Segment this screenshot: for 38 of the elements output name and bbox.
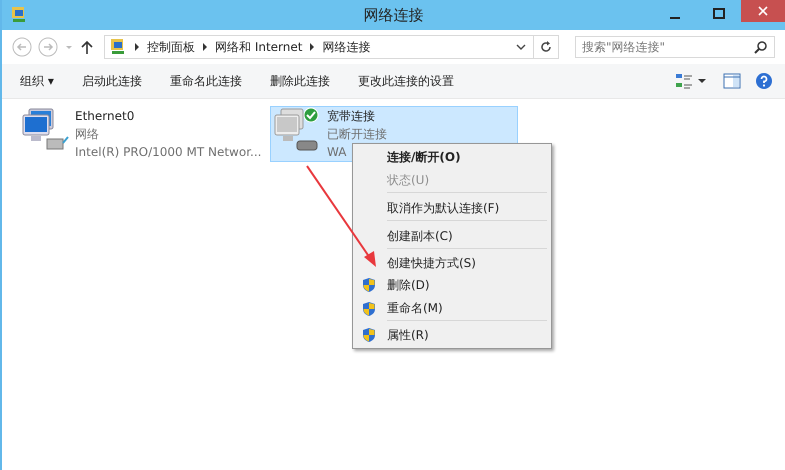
preview-pane-icon[interactable] (723, 73, 741, 89)
connection-device: Intel(R) PRO/1000 MT Networ... (75, 144, 262, 161)
menu-item[interactable]: 属性(R) (355, 324, 549, 346)
shield-icon (362, 327, 376, 343)
toolbar-command[interactable]: 更改此连接的设置 (358, 72, 454, 90)
connection-item[interactable]: Ethernet0 网络 Intel(R) PRO/1000 MT Networ... (18, 106, 266, 162)
menu-item[interactable]: 创建快捷方式(S) (355, 252, 549, 274)
connection-device: WA (327, 144, 348, 161)
organize-menu[interactable]: 组织 ▾ (20, 72, 54, 90)
connection-name: Ethernet0 (75, 108, 136, 125)
view-options-icon[interactable] (675, 72, 709, 90)
connection-name: 宽带连接 (327, 108, 376, 125)
breadcrumb[interactable]: 网络连接 (322, 38, 370, 56)
search-icon[interactable] (754, 40, 768, 54)
connection-status: 已断开连接 (327, 126, 387, 143)
breadcrumb[interactable]: 控制面板 (147, 38, 195, 56)
chevron-icon[interactable] (201, 42, 209, 52)
window-title: 网络连接 (362, 6, 424, 24)
close-icon[interactable] (758, 6, 768, 16)
menu-item[interactable]: 删除(D) (355, 274, 549, 296)
chevron-icon[interactable] (308, 42, 316, 52)
chevron-icon[interactable] (133, 42, 141, 52)
network-folder-icon (10, 6, 28, 24)
toolbar-command[interactable]: 删除此连接 (270, 72, 330, 90)
toolbar-command[interactable]: 启动此连接 (82, 72, 142, 90)
address-bar[interactable]: 控制面板 网络和 Internet 网络连接 (104, 35, 559, 59)
connection-status: 网络 (75, 126, 100, 143)
up-icon[interactable] (80, 39, 94, 55)
shield-icon (362, 300, 376, 316)
search-field[interactable]: 搜索"网络连接" (575, 36, 775, 58)
close-button[interactable] (741, 0, 785, 22)
help-icon[interactable] (755, 72, 773, 90)
toolbar-command[interactable]: 重命名此连接 (170, 72, 242, 90)
refresh-icon[interactable] (539, 40, 553, 54)
dropdown-icon[interactable] (515, 42, 527, 52)
network-folder-icon (109, 38, 127, 56)
shield-icon (362, 277, 376, 293)
breadcrumb[interactable]: 网络和 Internet (215, 38, 302, 56)
